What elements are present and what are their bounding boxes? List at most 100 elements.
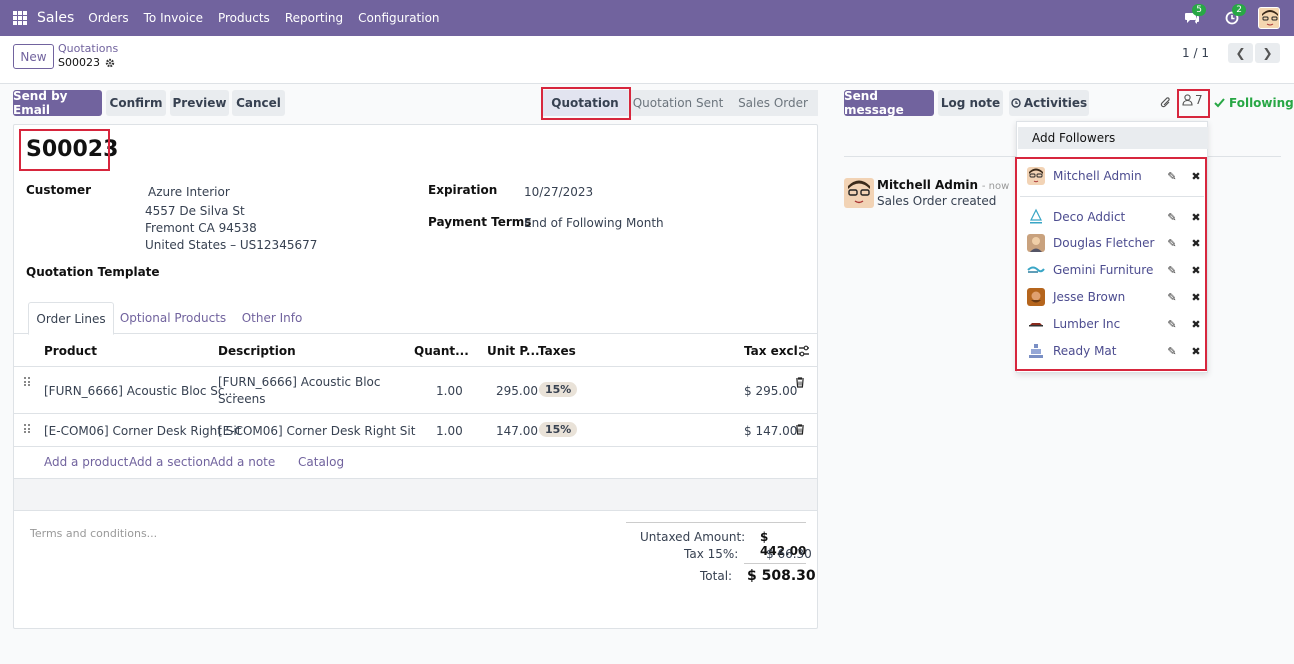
tax-value: $ 66.30	[766, 547, 812, 561]
column-settings-icon[interactable]	[798, 345, 810, 357]
stage-quotation-sent[interactable]: Quotation Sent	[628, 90, 728, 116]
form-sheet: S00023 Customer Azure Interior 4557 De S…	[13, 124, 818, 629]
clock-icon	[1011, 98, 1021, 108]
customer-country: United States – US12345677	[145, 238, 318, 252]
activities-badge: 2	[1232, 4, 1246, 16]
add-followers-button[interactable]: Add Followers	[1018, 127, 1208, 149]
message-body: Sales Order created	[877, 194, 997, 208]
total-label: Total:	[700, 569, 733, 583]
chevron-left-icon: ❮	[1235, 46, 1246, 60]
trash-icon[interactable]	[795, 424, 805, 435]
confirm-button[interactable]: Confirm	[106, 90, 166, 116]
activities-label: Activities	[1023, 96, 1088, 110]
table-divider	[14, 446, 817, 447]
message-time: - now	[981, 181, 1010, 192]
send-message-button[interactable]: Send message	[844, 89, 934, 117]
menu-to-invoice[interactable]: To Invoice	[144, 11, 203, 25]
check-icon	[1214, 98, 1225, 108]
pager-value[interactable]: 1 / 1	[1182, 46, 1209, 60]
user-avatar[interactable]	[1258, 7, 1280, 29]
col-quantity[interactable]: Quant...	[414, 344, 469, 358]
row-unit-price[interactable]: 147.00	[496, 424, 538, 438]
following-label: Following	[1229, 96, 1294, 110]
tab-optional-products[interactable]: Optional Products	[118, 302, 228, 334]
tax-tag[interactable]: 15%	[539, 382, 578, 397]
col-taxes[interactable]: Taxes	[538, 344, 576, 358]
highlight-box-followers-list	[1015, 157, 1207, 371]
customer-city: Fremont CA 94538	[145, 221, 257, 235]
breadcrumb-quotations[interactable]: Quotations	[58, 42, 118, 55]
menu-products[interactable]: Products	[218, 11, 270, 25]
add-section-link[interactable]: Add a section	[129, 455, 210, 469]
notebook-tabs: Order Lines Optional Products Other Info	[14, 302, 817, 335]
col-product[interactable]: Product	[44, 344, 97, 358]
col-unit-price[interactable]: Unit P...	[487, 344, 540, 358]
row-description[interactable]: [FURN_6666] Acoustic Bloc	[218, 375, 380, 389]
control-panel: New Quotations S00023 1 / 1 ❮ ❯	[0, 36, 1294, 84]
customer-name[interactable]: Azure Interior	[148, 185, 230, 199]
cancel-button[interactable]: Cancel	[232, 90, 285, 116]
app-brand[interactable]: Sales	[37, 10, 74, 26]
menu-reporting[interactable]: Reporting	[285, 11, 343, 25]
row-product[interactable]: [E-COM06] Corner Desk Right Sit	[44, 424, 241, 438]
table-divider	[14, 366, 817, 367]
pager-previous-button[interactable]: ❮	[1228, 43, 1253, 63]
menu-configuration[interactable]: Configuration	[358, 11, 439, 25]
message-author[interactable]: Mitchell Admin	[877, 178, 978, 192]
untaxed-amount-label: Untaxed Amount:	[640, 530, 746, 544]
pager-next-button[interactable]: ❯	[1255, 43, 1280, 63]
table-footer	[14, 479, 817, 510]
following-button[interactable]: Following	[1214, 96, 1294, 110]
payment-terms-label: Payment Terms	[428, 215, 532, 229]
chevron-right-icon: ❯	[1262, 46, 1273, 60]
trash-icon[interactable]	[795, 377, 805, 388]
top-navbar: Sales Orders To Invoice Products Reporti…	[0, 0, 1294, 36]
highlight-box-stage	[541, 87, 631, 120]
add-note-link[interactable]: Add a note	[210, 455, 275, 469]
send-by-email-button[interactable]: Send by Email	[13, 89, 102, 117]
highlight-box-reference	[19, 129, 110, 171]
tax-tag[interactable]: 15%	[539, 422, 578, 437]
activities-button[interactable]: 2	[1218, 4, 1246, 28]
terms-conditions-field[interactable]: Terms and conditions...	[30, 527, 157, 540]
messaging-button[interactable]: 5	[1178, 4, 1206, 28]
row-unit-price[interactable]: 295.00	[496, 384, 538, 398]
row-quantity[interactable]: 1.00	[436, 424, 463, 438]
add-product-link[interactable]: Add a product	[44, 455, 128, 469]
quotation-template-label: Quotation Template	[26, 265, 160, 279]
message-header: Mitchell Admin - now	[877, 178, 1009, 192]
totals-divider	[626, 522, 806, 523]
breadcrumb-current-label: S00023	[58, 56, 100, 69]
col-description[interactable]: Description	[218, 344, 296, 358]
drag-handle-icon[interactable]	[24, 424, 30, 434]
paperclip-icon[interactable]	[1160, 96, 1172, 110]
customer-label: Customer	[26, 183, 92, 197]
preview-button[interactable]: Preview	[170, 90, 229, 116]
stage-sales-order[interactable]: Sales Order	[728, 90, 818, 116]
row-product[interactable]: [FURN_6666] Acoustic Bloc Sc...	[44, 384, 236, 398]
activities-button-chatter[interactable]: Activities	[1009, 90, 1089, 116]
row-quantity[interactable]: 1.00	[436, 384, 463, 398]
author-avatar[interactable]	[844, 178, 874, 208]
apps-menu-icon[interactable]	[13, 11, 27, 25]
tab-order-lines[interactable]: Order Lines	[28, 302, 114, 335]
tab-other-info[interactable]: Other Info	[234, 302, 310, 334]
new-button[interactable]: New	[13, 44, 54, 69]
gear-icon[interactable]	[105, 58, 115, 68]
col-tax-excl[interactable]: Tax excl.	[744, 344, 802, 358]
customer-street: 4557 De Silva St	[145, 204, 245, 218]
menu-orders[interactable]: Orders	[88, 11, 128, 25]
row-subtotal: $ 147.00	[744, 424, 798, 438]
expiration-label: Expiration	[428, 183, 498, 197]
highlight-box-followers	[1177, 89, 1210, 118]
payment-terms-field[interactable]: End of Following Month	[524, 216, 664, 230]
total-value: $ 508.30	[747, 568, 816, 584]
table-divider	[14, 510, 817, 511]
catalog-button[interactable]: Catalog	[298, 455, 344, 469]
drag-handle-icon[interactable]	[24, 377, 30, 387]
tax-label: Tax 15%:	[684, 547, 739, 561]
breadcrumb-current: S00023	[58, 56, 115, 69]
row-description[interactable]: [E-COM06] Corner Desk Right Sit	[218, 424, 415, 438]
expiration-field[interactable]: 10/27/2023	[524, 185, 593, 199]
log-note-button[interactable]: Log note	[938, 90, 1003, 116]
